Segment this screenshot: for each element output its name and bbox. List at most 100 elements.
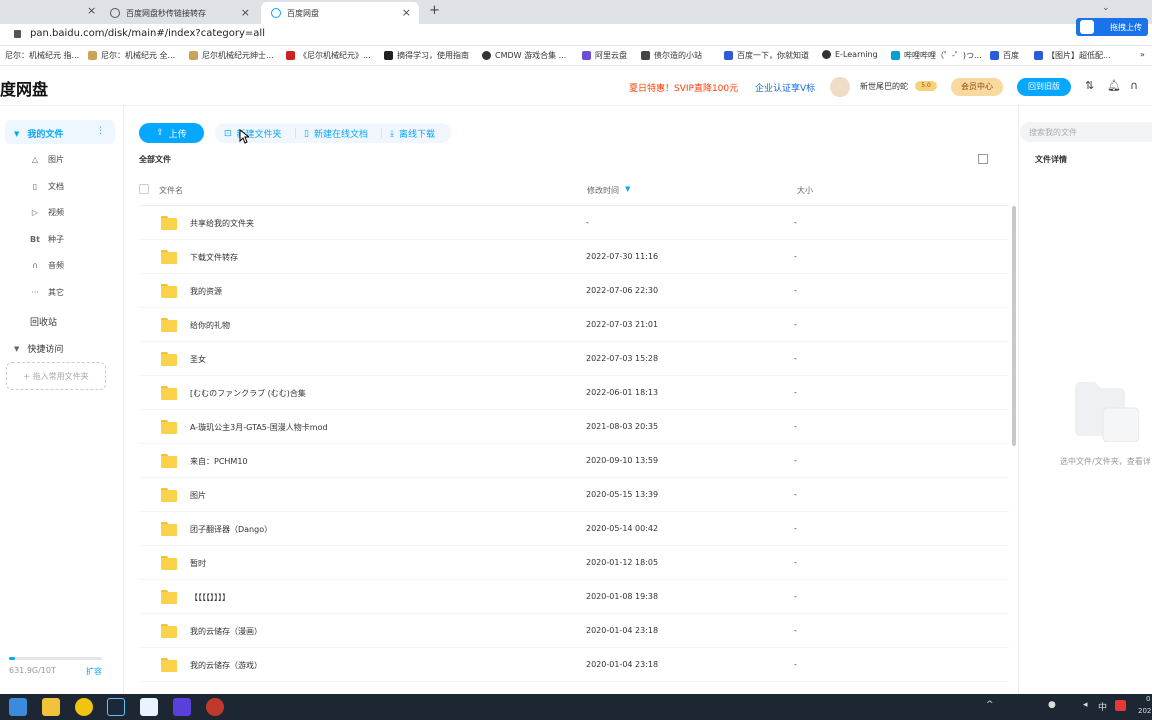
grid-view-icon[interactable] <box>978 154 988 164</box>
file-explorer-icon[interactable] <box>42 698 60 716</box>
breadcrumb[interactable]: 全部文件 <box>139 154 171 165</box>
table-row[interactable]: 我的云储存（漫画） 2020-01-04 23:18 - <box>139 614 1009 648</box>
file-name[interactable]: 图片 <box>190 490 206 501</box>
sidebar-item-images[interactable]: △ 图片 <box>30 154 64 165</box>
chevron-up-icon[interactable]: ^ <box>986 700 994 710</box>
table-row[interactable]: 共享给我的文件夹 - - <box>139 206 1009 240</box>
file-name[interactable]: 团子翻译器（Dango） <box>190 524 272 535</box>
steam-icon[interactable] <box>107 698 125 716</box>
column-header-name[interactable]: 文件名 <box>159 185 183 196</box>
start-icon[interactable] <box>9 698 27 716</box>
new-online-doc-button[interactable]: ▯ 新建在线文档 <box>304 127 368 141</box>
sidebar-item-audio[interactable]: ∩ 音频 <box>30 260 64 271</box>
app-icon[interactable] <box>173 698 191 716</box>
close-icon[interactable]: × <box>87 4 96 17</box>
file-name[interactable]: 下载文件转存 <box>190 252 238 263</box>
clock-time[interactable]: 0 <box>1146 695 1150 703</box>
sidebar-item-quick-access[interactable]: ▼ 快捷访问 <box>14 342 63 356</box>
close-icon[interactable]: × <box>402 6 411 19</box>
bookmark-item[interactable]: 摘得学习，使用指南 <box>384 50 469 61</box>
table-row[interactable]: 下载文件转存 2022-07-30 11:16 - <box>139 240 1009 274</box>
table-row[interactable]: 圣女 2022-07-03 15:28 - <box>139 342 1009 376</box>
sort-desc-icon[interactable]: ▼ <box>625 185 630 193</box>
upload-button[interactable]: ⇪ 上传 <box>139 123 204 143</box>
avatar[interactable] <box>830 77 850 97</box>
file-name[interactable]: A-璇玑公主3月-GTA5-国漫人物卡mod <box>190 422 328 433</box>
table-row[interactable]: 图片 2020-05-15 13:39 - <box>139 478 1009 512</box>
bookmark-item[interactable]: 百度 <box>990 50 1019 61</box>
offline-download-button[interactable]: ⤓ 离线下载 <box>390 127 435 141</box>
svip-promo-link[interactable]: 夏日特惠！SVIP直降100元 <box>629 81 738 94</box>
app-icon[interactable] <box>75 698 93 716</box>
bookmark-item[interactable]: 【图片】超低配... <box>1034 50 1111 61</box>
more-vertical-icon[interactable]: ⋮ <box>96 126 105 136</box>
bookmark-item[interactable]: 哔哩哔哩（゜-゜)つ... <box>891 50 982 61</box>
file-name[interactable]: 暂时 <box>190 558 206 569</box>
vip-center-button[interactable]: 会员中心 <box>951 78 1003 96</box>
bookmark-item[interactable]: CMDW 游戏合集 ... <box>482 50 566 61</box>
close-icon[interactable]: × <box>241 6 250 19</box>
baidu-netdisk-icon[interactable] <box>140 698 158 716</box>
table-row[interactable]: 团子翻译器（Dango） 2020-05-14 00:42 - <box>139 512 1009 546</box>
file-name[interactable]: 我的云储存（游戏） <box>190 660 262 671</box>
app-logo[interactable]: 度网盘 <box>0 76 48 100</box>
select-all-checkbox[interactable] <box>139 184 149 194</box>
bookmark-item[interactable]: 百度一下，你就知道 <box>724 50 809 61</box>
table-row[interactable]: 暂时 2020-01-12 18:05 - <box>139 546 1009 580</box>
tab-secret-link[interactable]: 百度网盘秒传链接转存 × <box>100 2 258 24</box>
tab-baidu-pan[interactable]: 百度网盘 × <box>261 2 419 24</box>
url-text[interactable]: pan.baidu.com/disk/main#/index?category=… <box>30 28 265 39</box>
bookmarks-overflow-icon[interactable]: » <box>1140 50 1145 59</box>
bookmark-item[interactable]: E-Learning <box>822 50 878 59</box>
table-row[interactable]: 给你的礼物 2022-07-03 21:01 - <box>139 308 1009 342</box>
app-icon[interactable] <box>206 698 224 716</box>
bookmark-item[interactable]: 尼尔：机械纪元 指... <box>5 50 79 61</box>
bookmark-item[interactable]: 尼尔机械纪元绅士... <box>189 50 274 61</box>
file-name[interactable]: [むむのファンクラブ (むむ)合集 <box>190 388 306 399</box>
bookmark-item[interactable]: 阿里云盘 <box>582 50 627 61</box>
drag-upload-widget[interactable]: 拖拽上传 <box>1076 18 1148 36</box>
file-name[interactable]: 共享给我的文件夹 <box>190 218 254 229</box>
sidebar-item-other[interactable]: ··· 其它 <box>30 287 64 298</box>
enterprise-cert-link[interactable]: 企业认证享V标 <box>755 81 815 94</box>
search-input[interactable]: 搜索我的文件 <box>1020 122 1152 142</box>
bell-icon[interactable]: 🔔︎ <box>1107 79 1121 92</box>
file-name[interactable]: 我的资源 <box>190 286 222 297</box>
column-header-modified[interactable]: 修改时间 <box>587 185 619 196</box>
table-row[interactable]: 我的资源 2022-07-06 22:30 - <box>139 274 1009 308</box>
new-folder-button[interactable]: ⊡ 新建文件夹 <box>224 127 282 141</box>
microphone-icon[interactable]: ● <box>1048 700 1056 710</box>
file-name[interactable]: 圣女 <box>190 354 206 365</box>
table-row[interactable]: 来自：PCHM10 2020-09-10 13:59 - <box>139 444 1009 478</box>
clock-date[interactable]: 202 <box>1138 707 1151 715</box>
quick-access-drop-zone[interactable]: + 拖入常用文件夹 <box>6 362 106 390</box>
sidebar-item-recycle-bin[interactable]: 回收站 <box>30 315 57 328</box>
sidebar-item-torrents[interactable]: Bt 种子 <box>30 234 64 245</box>
table-row[interactable]: 我的云储存（游戏） 2020-01-04 23:18 - <box>139 648 1009 682</box>
file-name[interactable]: 我的云储存（漫画） <box>190 626 262 637</box>
table-row[interactable]: 【【【【】】】】 2020-01-08 19:38 - <box>139 580 1009 614</box>
table-row[interactable]: [むむのファンクラブ (むむ)合集 2022-06-01 18:13 - <box>139 376 1009 410</box>
bookmark-item[interactable]: 尼尔：机械纪元 全... <box>88 50 175 61</box>
username[interactable]: 新世尾巴的蛇 <box>860 81 908 92</box>
sidebar-item-documents[interactable]: ▯ 文档 <box>30 181 64 192</box>
sidebar-item-my-files-label[interactable]: ▼ 我的文件 <box>14 127 63 141</box>
tab-search-chevron-icon[interactable]: ⌄ <box>1102 3 1110 13</box>
headset-icon[interactable]: ∩ <box>1130 79 1138 92</box>
input-language[interactable]: 中 <box>1098 700 1107 713</box>
ime-icon[interactable] <box>1115 700 1126 711</box>
file-name[interactable]: 来自：PCHM10 <box>190 456 248 467</box>
bookmark-item[interactable]: 《尼尔机械纪元》... <box>286 50 371 61</box>
sidebar-item-videos[interactable]: ▷ 视频 <box>30 207 64 218</box>
file-name[interactable]: 【【【【】】】】 <box>190 592 230 603</box>
volume-icon[interactable]: ◂ <box>1083 700 1088 710</box>
address-bar[interactable]: pan.baidu.com/disk/main#/index?category=… <box>0 24 1152 46</box>
transfer-icon[interactable]: ⇅ <box>1085 79 1094 92</box>
table-row[interactable]: A-璇玑公主3月-GTA5-国漫人物卡mod 2021-08-03 20:35 - <box>139 410 1009 444</box>
bookmark-item[interactable]: 债尔造的小站 <box>641 50 702 61</box>
scrollbar[interactable] <box>1012 206 1016 446</box>
expand-storage-link[interactable]: 扩容 <box>86 666 102 677</box>
file-name[interactable]: 给你的礼物 <box>190 320 230 331</box>
new-tab-plus-icon[interactable]: + <box>429 3 440 18</box>
column-header-size[interactable]: 大小 <box>797 185 813 196</box>
